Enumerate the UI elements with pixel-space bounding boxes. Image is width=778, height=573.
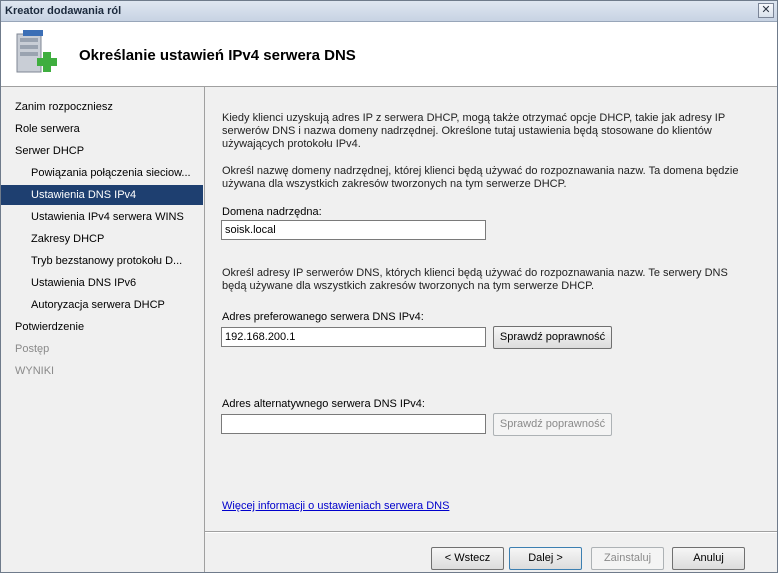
step-ustawienia-dns-ipv4[interactable]: Ustawienia DNS IPv4	[1, 185, 203, 205]
wizard-steps-sidebar: Zanim rozpoczniesz Role serwera Serwer D…	[1, 87, 204, 572]
domain-input[interactable]: soisk.local	[221, 220, 486, 240]
alternate-dns-label: Adres alternatywnego serwera DNS IPv4:	[222, 398, 425, 410]
intro-text: Kiedy klienci uzyskują adres IP z serwer…	[222, 112, 725, 150]
close-button[interactable]: ✕	[758, 3, 774, 18]
step-postep: Postęp	[15, 343, 50, 355]
preferred-dns-label: Adres preferowanego serwera DNS IPv4:	[222, 311, 424, 323]
step-powiazania[interactable]: Powiązania połączenia sieciow...	[1, 163, 203, 183]
dns-description: Określ adresy IP serwerów DNS, których k…	[222, 267, 728, 292]
alternate-dns-input[interactable]	[221, 414, 486, 434]
step-tryb-bezstanowy[interactable]: Tryb bezstanowy protokołu D...	[1, 251, 203, 271]
wizard-content: Kiedy klienci uzyskują adres IP z serwer…	[205, 87, 777, 531]
server-add-icon	[16, 30, 57, 73]
next-button[interactable]: Dalej >	[509, 547, 582, 570]
wizard-header: Określanie ustawień IPv4 serwera DNS	[1, 22, 777, 87]
domain-description: Określ nazwę domeny nadrzędnej, której k…	[222, 165, 739, 190]
preferred-dns-input[interactable]: 192.168.200.1	[221, 327, 486, 347]
page-title: Określanie ustawień IPv4 serwera DNS	[79, 47, 356, 64]
cancel-button[interactable]: Anuluj	[672, 547, 745, 570]
more-info-link[interactable]: Więcej informacji o ustawieniach serwera…	[222, 500, 449, 512]
domain-label: Domena nadrzędna:	[222, 206, 322, 218]
window-title: Kreator dodawania ról	[5, 5, 122, 17]
install-button: Zainstaluj	[591, 547, 664, 570]
step-potwierdzenie[interactable]: Potwierdzenie	[1, 317, 203, 337]
step-ustawienia-wins[interactable]: Ustawienia IPv4 serwera WINS	[1, 207, 203, 227]
verify-preferred-button[interactable]: Sprawdź poprawność	[493, 326, 612, 349]
step-ustawienia-dns-ipv6[interactable]: Ustawienia DNS IPv6	[1, 273, 203, 293]
footer-divider-highlight	[205, 532, 777, 533]
step-zanim-rozpoczniesz[interactable]: Zanim rozpoczniesz	[1, 97, 203, 117]
step-role-serwera[interactable]: Role serwera	[1, 119, 203, 139]
step-zakresy-dhcp[interactable]: Zakresy DHCP	[1, 229, 203, 249]
step-serwer-dhcp[interactable]: Serwer DHCP	[1, 141, 203, 161]
step-autoryzacja[interactable]: Autoryzacja serwera DHCP	[1, 295, 203, 315]
wizard-window: Kreator dodawania ról ✕ Określanie ustaw…	[0, 0, 778, 573]
title-bar[interactable]: Kreator dodawania ról ✕	[1, 1, 777, 22]
step-wyniki: WYNIKI	[15, 365, 55, 377]
verify-alternate-button: Sprawdź poprawność	[493, 413, 612, 436]
back-button[interactable]: < Wstecz	[431, 547, 504, 570]
